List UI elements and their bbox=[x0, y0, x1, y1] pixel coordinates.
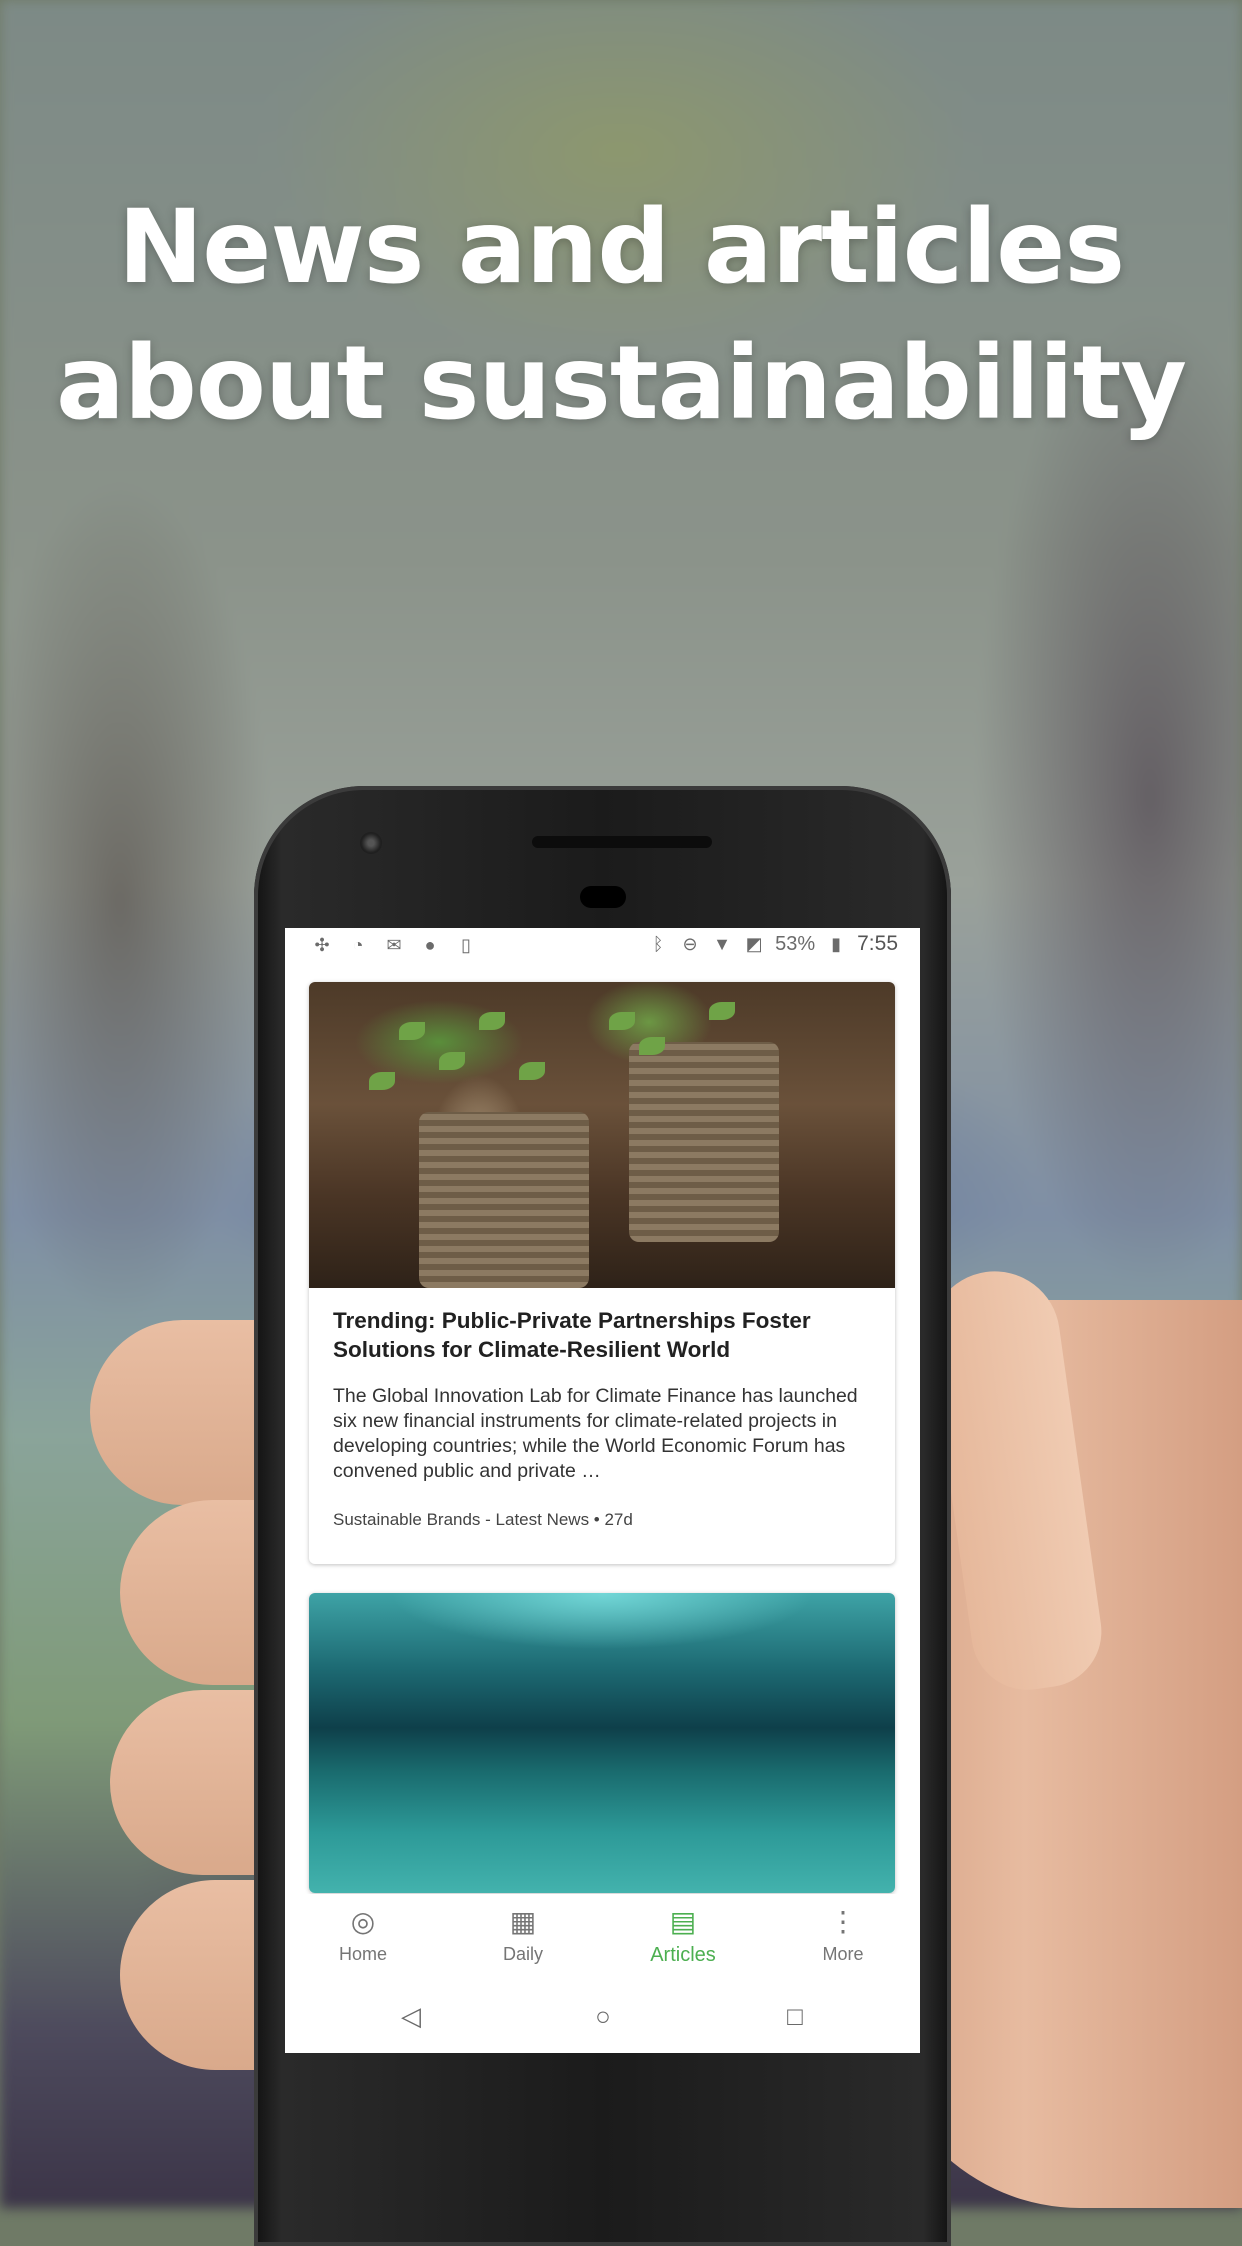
article-description: The Global Innovation Lab for Climate Fi… bbox=[333, 1385, 858, 1482]
bottom-navigation: ◎ Home ▦ Daily ▤ Articles ⋮ More bbox=[285, 1894, 920, 1980]
calendar-icon: ▦ bbox=[509, 1906, 537, 1937]
do-not-disturb-icon: ⊖ bbox=[682, 934, 698, 954]
bluetooth-icon: ᛒ bbox=[652, 934, 664, 954]
article-image bbox=[309, 1593, 895, 1893]
front-camera bbox=[360, 832, 382, 854]
article-card[interactable] bbox=[309, 1593, 895, 1893]
nav-articles-label: Articles bbox=[650, 1944, 716, 1966]
battery-percent: 53% bbox=[775, 932, 816, 955]
nav-home[interactable]: ◎ Home bbox=[303, 1906, 423, 1965]
circle-icon: ● bbox=[424, 935, 436, 955]
recents-icon[interactable]: □ bbox=[775, 1996, 815, 2036]
nav-daily-label: Daily bbox=[502, 1944, 543, 1964]
nav-more-label: More bbox=[822, 1944, 864, 1964]
nav-daily[interactable]: ▦ Daily bbox=[463, 1906, 583, 1965]
status-bar: ✣ ◔ ✉ ● ▯ ᛒ ⊖ ▼ ◩ 53% ▮ 7:55 bbox=[285, 928, 920, 964]
wifi-icon: ▼ bbox=[713, 934, 731, 954]
article-title[interactable]: Trending: Public-Private Partnerships Fo… bbox=[333, 1306, 871, 1364]
gmail-icon: ✉ bbox=[386, 935, 402, 955]
slack-icon: ✣ bbox=[314, 935, 330, 955]
article-card[interactable]: Trending: Public-Private Partnerships Fo… bbox=[309, 982, 895, 1564]
battery-icon: ▮ bbox=[831, 934, 842, 954]
home-icon[interactable]: ○ bbox=[583, 1996, 623, 2036]
articles-icon: ▤ bbox=[669, 1906, 697, 1937]
speaker-grille bbox=[532, 836, 712, 848]
headline-line-1: News and articles bbox=[117, 188, 1125, 307]
no-sim-icon: ◩ bbox=[745, 934, 763, 954]
more-vertical-icon: ⋮ bbox=[829, 1906, 857, 1937]
radar-icon: ◎ bbox=[350, 1906, 376, 1937]
nav-more[interactable]: ⋮ More bbox=[783, 1906, 903, 1965]
headline: News and articles about sustainability bbox=[0, 180, 1242, 452]
earpiece bbox=[580, 886, 626, 908]
phone-screen: ✣ ◔ ✉ ● ▯ ᛒ ⊖ ▼ ◩ 53% ▮ 7:55 Trending: P… bbox=[285, 928, 920, 2053]
clock-icon: ◔ bbox=[352, 935, 364, 955]
nav-home-label: Home bbox=[338, 1944, 387, 1964]
download-icon: ▯ bbox=[461, 935, 471, 955]
article-meta: Sustainable Brands - Latest News • 27d bbox=[333, 1510, 633, 1529]
status-time: 7:55 bbox=[857, 932, 898, 955]
nav-articles[interactable]: ▤ Articles bbox=[623, 1906, 743, 1967]
system-navigation: ◁ ○ □ bbox=[285, 1980, 920, 2053]
article-image bbox=[309, 982, 895, 1288]
headline-line-2: about sustainability bbox=[56, 324, 1187, 443]
back-icon[interactable]: ◁ bbox=[391, 1996, 431, 2036]
